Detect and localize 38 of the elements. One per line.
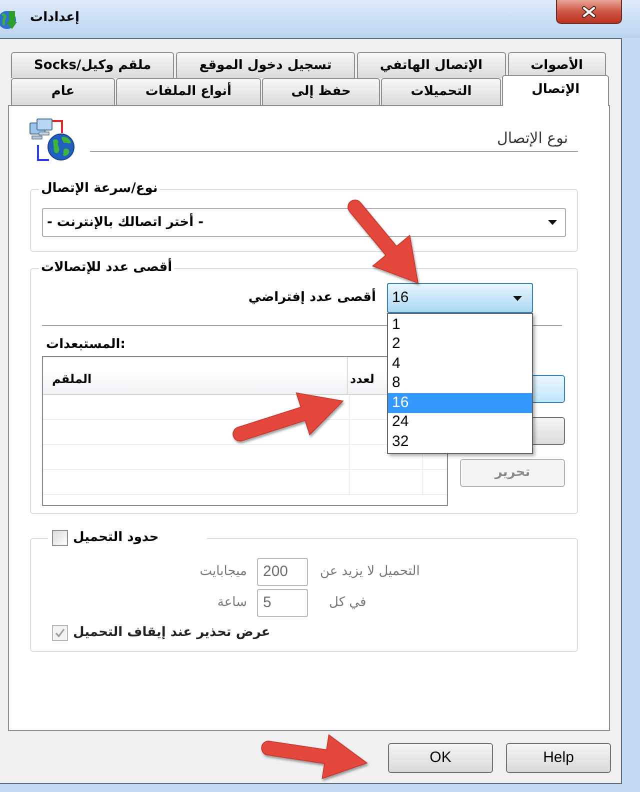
- group-label: نوع/سرعة الإتصال: [40, 182, 159, 196]
- caret-down-icon: [548, 220, 557, 225]
- dialog-button[interactable]: Help: [506, 743, 611, 773]
- column-header[interactable]: الملقم: [52, 372, 92, 386]
- dropdown-option[interactable]: 1: [388, 315, 532, 334]
- tab[interactable]: عام: [11, 78, 116, 105]
- window-title: إعدادات: [30, 9, 80, 27]
- check-icon: [55, 628, 65, 638]
- section-title: نوع الإتصال: [496, 128, 569, 148]
- dialog-button[interactable]: OK: [388, 743, 493, 773]
- checkbox-label: حدود التحميل: [73, 530, 159, 546]
- dropdown-option[interactable]: 32: [388, 432, 532, 452]
- unit-label: ميجابايت: [200, 563, 247, 582]
- dropdown-option[interactable]: 8: [388, 374, 532, 393]
- dropdown[interactable]: - أختر اتصالك بالإنترنت -: [42, 208, 566, 237]
- tab[interactable]: الإتصال الهاتفي: [356, 52, 506, 78]
- close-icon: [581, 4, 597, 18]
- checkbox-label: عرض تحذير عند إيقاف التحميل: [73, 625, 270, 641]
- tab[interactable]: Socks/ملقم وكيل: [11, 52, 174, 78]
- globe-icon: [0, 8, 18, 30]
- dropdown-option[interactable]: 4: [388, 354, 532, 374]
- dropdown-option[interactable]: 2: [388, 334, 532, 354]
- caret-down-icon: [513, 296, 522, 300]
- tab[interactable]: حفظ إلى: [262, 78, 380, 105]
- unit-label: ساعة: [217, 594, 247, 612]
- tab[interactable]: تسجيل دخول الموقع: [176, 52, 355, 78]
- field-label: أقصى عدد إفتراضي: [248, 288, 376, 308]
- tab[interactable]: الإتصال: [502, 75, 609, 106]
- close-button[interactable]: [556, 0, 622, 24]
- field-label: في كل: [329, 594, 366, 612]
- field-label: التحميل لا يزيد عن: [320, 563, 420, 582]
- dropdown[interactable]: 16: [387, 283, 533, 313]
- tab[interactable]: أنواع الملفات: [116, 78, 261, 105]
- dropdown-option[interactable]: 24: [388, 412, 532, 432]
- network-globe-icon: [29, 118, 76, 162]
- field-label: المستبعدات:: [46, 338, 126, 352]
- tab[interactable]: التحميلات: [381, 78, 502, 105]
- column-header[interactable]: لعدد: [350, 372, 374, 386]
